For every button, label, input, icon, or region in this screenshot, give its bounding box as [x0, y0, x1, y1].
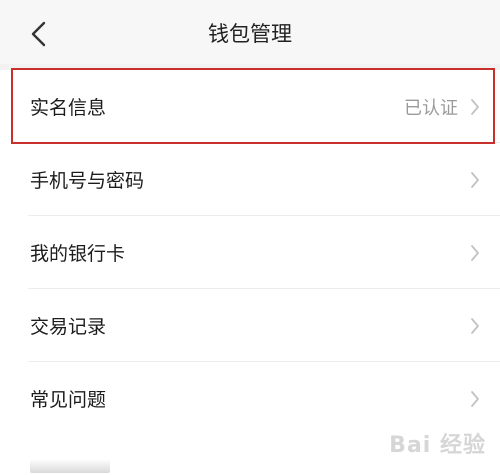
- partial-label-placeholder: [30, 459, 110, 473]
- chevron-right-icon: [468, 96, 482, 118]
- list-item-value: 已认证: [404, 97, 458, 119]
- back-button[interactable]: [18, 14, 58, 54]
- nav-bar: 钱包管理: [0, 0, 500, 64]
- list-item-label: 交易记录: [30, 316, 107, 338]
- list-item-label: 手机号与密码: [30, 170, 145, 192]
- list-item-phone-and-password[interactable]: 手机号与密码: [0, 143, 500, 216]
- list-item-label: 我的银行卡: [30, 243, 126, 265]
- list-item-real-name-info[interactable]: 实名信息 已认证: [0, 70, 500, 143]
- chevron-left-icon: [31, 21, 46, 47]
- page-title: 钱包管理: [208, 22, 292, 46]
- list-item-faq[interactable]: 常见问题: [0, 362, 500, 435]
- chevron-right-icon: [468, 169, 482, 191]
- list-item-label: 实名信息: [30, 97, 107, 119]
- chevron-right-icon: [468, 388, 482, 410]
- watermark: Bai 经验: [389, 433, 486, 458]
- list-item-transaction-records[interactable]: 交易记录: [0, 289, 500, 362]
- list-item-label: 常见问题: [30, 389, 107, 411]
- list-item-bank-cards[interactable]: 我的银行卡: [0, 216, 500, 289]
- chevron-right-icon: [468, 315, 482, 337]
- settings-list: 实名信息 已认证 手机号与密码 我的银行卡 交易记录 常见问题: [0, 70, 500, 435]
- chevron-right-icon: [468, 242, 482, 264]
